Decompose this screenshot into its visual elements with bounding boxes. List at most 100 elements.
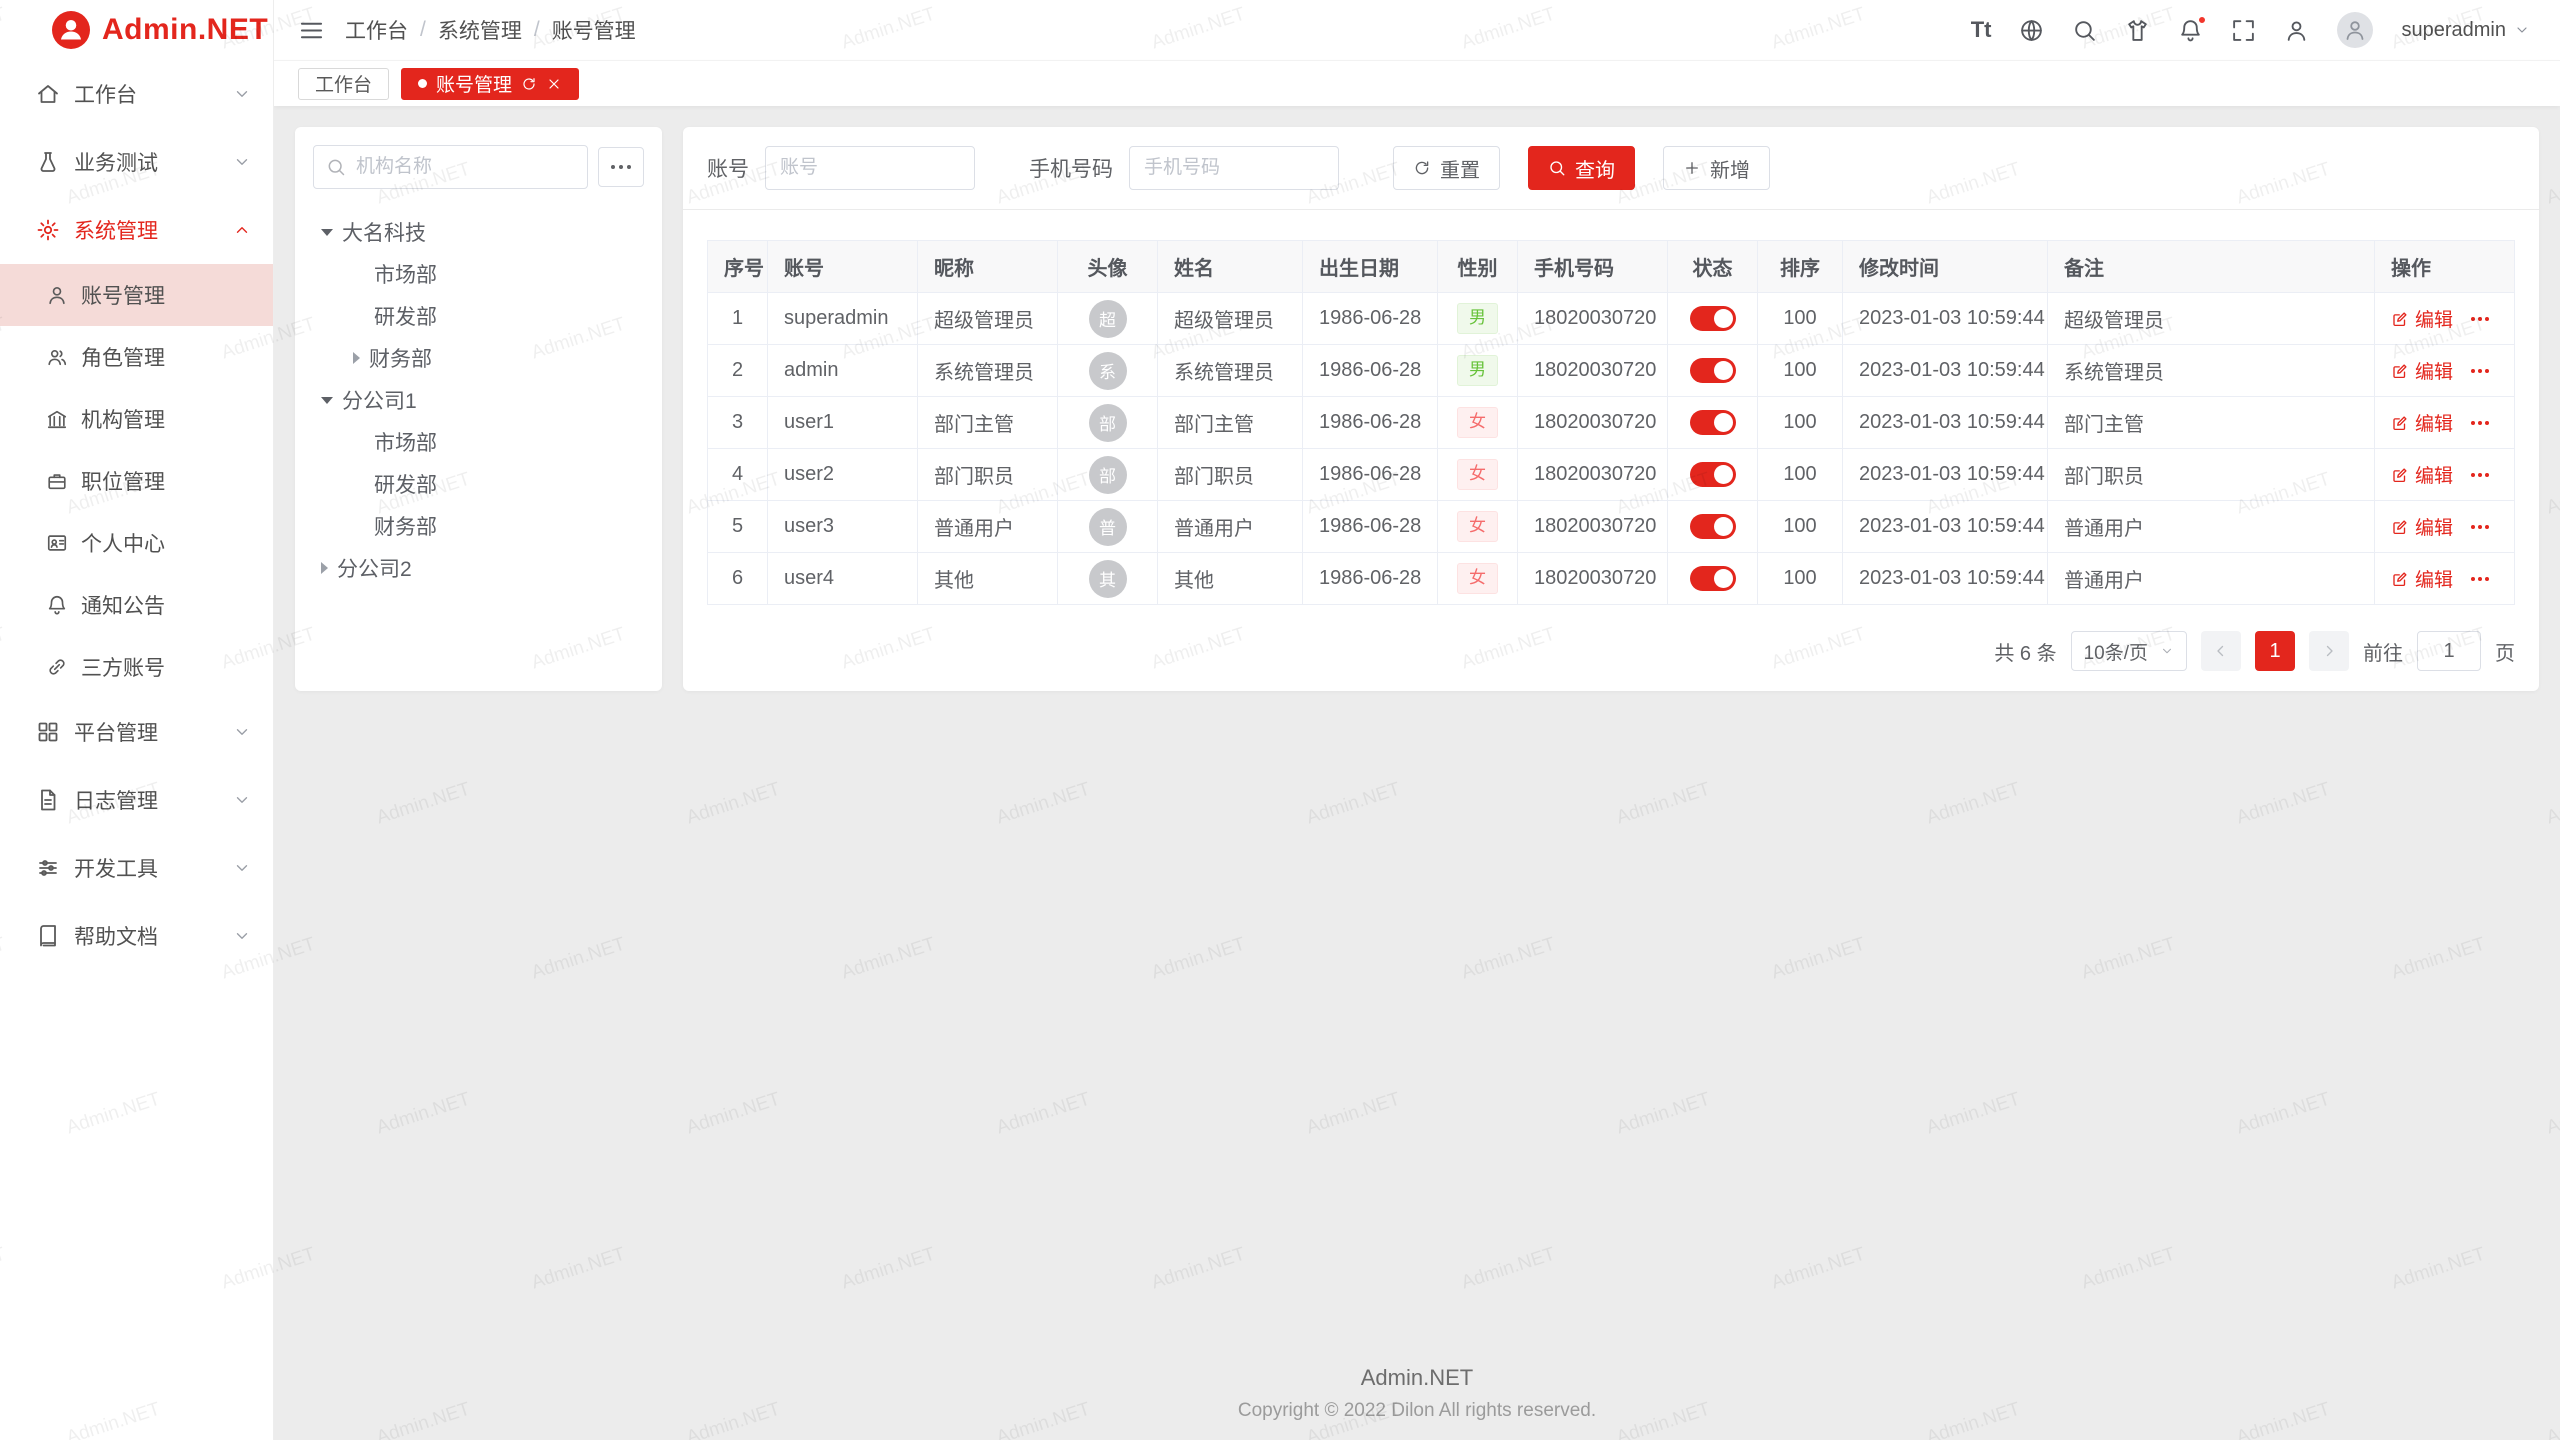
notification-bell-icon[interactable] — [2178, 18, 2203, 43]
edit-button[interactable]: 编辑 — [2391, 357, 2453, 384]
user-menu[interactable]: superadmin — [2401, 19, 2530, 42]
status-toggle[interactable] — [1690, 358, 1736, 383]
cell-nickname: 部门主管 — [918, 397, 1058, 449]
edit-button[interactable]: 编辑 — [2391, 565, 2453, 592]
cell-index: 5 — [708, 501, 768, 553]
sidebar-item-dev-tools[interactable]: 开发工具 — [0, 834, 273, 902]
globe-icon[interactable] — [2019, 18, 2044, 43]
tree-node[interactable]: 市场部 — [313, 421, 644, 463]
more-actions-button[interactable] — [2471, 577, 2489, 581]
sidebar-item-org-manage[interactable]: 机构管理 — [0, 388, 273, 450]
prev-page-button[interactable] — [2201, 631, 2241, 671]
status-toggle[interactable] — [1690, 566, 1736, 591]
tree-node[interactable]: 市场部 — [313, 253, 644, 295]
menu-toggle-icon[interactable] — [298, 17, 325, 44]
tree-node-label: 分公司2 — [337, 553, 412, 583]
cell-birthday: 1986-06-28 — [1303, 397, 1438, 449]
cell-gender: 女 — [1438, 397, 1518, 449]
sidebar-item-notice[interactable]: 通知公告 — [0, 574, 273, 636]
cell-account: user3 — [768, 501, 918, 553]
tree-node[interactable]: 财务部 — [313, 337, 644, 379]
sidebar-item-business-test[interactable]: 业务测试 — [0, 128, 273, 196]
sidebar-item-personal-center[interactable]: 个人中心 — [0, 512, 273, 574]
add-button[interactable]: 新增 — [1663, 146, 1770, 190]
org-search — [313, 145, 588, 189]
user-outline-icon[interactable] — [2284, 18, 2309, 43]
app-logo-text: Admin.NET — [102, 13, 268, 47]
status-toggle[interactable] — [1690, 410, 1736, 435]
search-icon — [326, 157, 346, 177]
cell-phone: 18020030720 — [1518, 553, 1668, 605]
sidebar-item-label: 开发工具 — [74, 853, 158, 883]
tab-account-manage[interactable]: 账号管理 — [401, 68, 579, 100]
avatar[interactable] — [2337, 12, 2373, 48]
goto-page-input[interactable] — [2417, 631, 2481, 671]
tree-node[interactable]: 研发部 — [313, 295, 644, 337]
page-size-select[interactable]: 10条/页 — [2071, 631, 2187, 671]
org-more-button[interactable] — [598, 147, 644, 187]
sidebar-item-role-manage[interactable]: 角色管理 — [0, 326, 273, 388]
edit-button[interactable]: 编辑 — [2391, 461, 2453, 488]
sidebar-item-log-manage[interactable]: 日志管理 — [0, 766, 273, 834]
query-button[interactable]: 查询 — [1528, 146, 1635, 190]
more-actions-button[interactable] — [2471, 525, 2489, 529]
tree-node[interactable]: 分公司2 — [313, 547, 644, 589]
grid-icon — [36, 720, 60, 744]
col-header: 性别 — [1438, 241, 1518, 293]
tree-node[interactable]: 大名科技 — [313, 211, 644, 253]
fullscreen-icon[interactable] — [2231, 18, 2256, 43]
sidebar-item-system-manage[interactable]: 系统管理 — [0, 196, 273, 264]
cell-gender: 女 — [1438, 449, 1518, 501]
account-filter-input[interactable] — [765, 146, 975, 190]
col-header: 序号 — [708, 241, 768, 293]
cell-account: superadmin — [768, 293, 918, 345]
account-panel: 账号 手机号码 重置 查询 — [683, 127, 2539, 691]
more-actions-button[interactable] — [2471, 369, 2489, 373]
status-toggle[interactable] — [1690, 514, 1736, 539]
sidebar-item-workbench[interactable]: 工作台 — [0, 60, 273, 128]
sidebar-item-help-docs[interactable]: 帮助文档 — [0, 902, 273, 970]
sidebar-item-label: 职位管理 — [81, 466, 165, 496]
edit-button[interactable]: 编辑 — [2391, 513, 2453, 540]
caret-right-icon[interactable] — [321, 562, 328, 574]
sidebar-item-position-manage[interactable]: 职位管理 — [0, 450, 273, 512]
org-search-input[interactable] — [313, 145, 588, 189]
cell-avatar: 部 — [1058, 449, 1158, 501]
theme-icon[interactable] — [2125, 18, 2150, 43]
reset-button[interactable]: 重置 — [1393, 146, 1500, 190]
current-page-button[interactable]: 1 — [2255, 631, 2295, 671]
caret-right-icon[interactable] — [353, 352, 360, 364]
edit-button[interactable]: 编辑 — [2391, 409, 2453, 436]
tree-node-label: 研发部 — [374, 469, 437, 499]
more-actions-button[interactable] — [2471, 473, 2489, 477]
col-header: 排序 — [1758, 241, 1843, 293]
tree-node[interactable]: 研发部 — [313, 463, 644, 505]
breadcrumb-item[interactable]: 系统管理 — [438, 15, 522, 45]
edit-button[interactable]: 编辑 — [2391, 305, 2453, 332]
tree-node[interactable]: 财务部 — [313, 505, 644, 547]
next-page-button[interactable] — [2309, 631, 2349, 671]
more-actions-button[interactable] — [2471, 421, 2489, 425]
cell-account: admin — [768, 345, 918, 397]
avatar: 部 — [1089, 404, 1127, 442]
sidebar-item-account-manage[interactable]: 账号管理 — [0, 264, 273, 326]
home-icon — [36, 82, 60, 106]
sidebar-item-platform-manage[interactable]: 平台管理 — [0, 698, 273, 766]
breadcrumb-item[interactable]: 工作台 — [345, 15, 408, 45]
status-toggle[interactable] — [1690, 306, 1736, 331]
cell-sort: 100 — [1758, 449, 1843, 501]
caret-down-icon[interactable] — [321, 229, 333, 236]
status-toggle[interactable] — [1690, 462, 1736, 487]
more-actions-button[interactable] — [2471, 317, 2489, 321]
caret-down-icon[interactable] — [321, 397, 333, 404]
close-icon[interactable] — [546, 76, 562, 92]
search-icon[interactable] — [2072, 18, 2097, 43]
sidebar-item-third-party-account[interactable]: 三方账号 — [0, 636, 273, 698]
tree-node[interactable]: 分公司1 — [313, 379, 644, 421]
font-size-icon[interactable]: Tt — [1971, 17, 1992, 43]
tab-workbench[interactable]: 工作台 — [298, 68, 389, 100]
cell-phone: 18020030720 — [1518, 293, 1668, 345]
cell-nickname: 部门职员 — [918, 449, 1058, 501]
refresh-icon[interactable] — [521, 76, 537, 92]
phone-filter-input[interactable] — [1129, 146, 1339, 190]
